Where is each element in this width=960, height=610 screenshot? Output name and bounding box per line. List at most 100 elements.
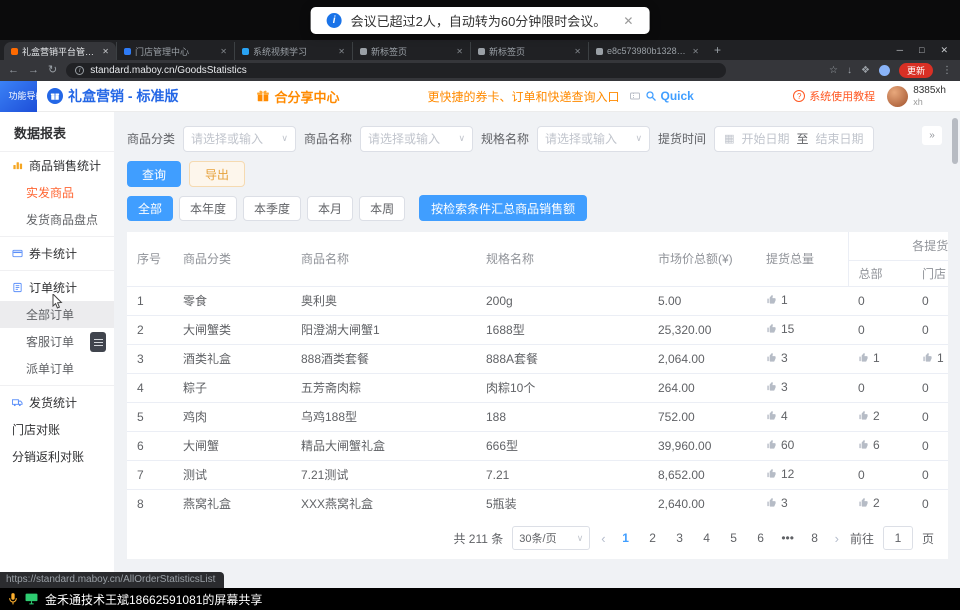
browser-update-button[interactable]: 更新 [899,63,933,78]
data-cell: XXX燕窝礼盒 [291,489,476,517]
quick-filter-chip[interactable]: 本周 [359,196,405,221]
filter-label: 商品名称 [304,130,352,147]
sidebar-item[interactable]: 分销返利对账 [0,443,114,470]
browser-tab[interactable]: e8c573980b1328a258fd2e6f✕ [588,42,706,60]
sidebar-item[interactable]: 商品销售统计 [0,152,114,179]
pickup-value: 0 [922,410,929,424]
sidebar-item[interactable]: 发货统计 [0,389,114,416]
export-button[interactable]: 导出 [189,161,245,187]
tab-close-icon[interactable]: ✕ [692,47,699,56]
page-number[interactable]: ••• [779,531,797,545]
column-header: 提货总量 [756,232,848,286]
order-icon [12,282,23,293]
browser-tab[interactable]: 系统视频学习✕ [234,42,352,60]
browser-tab[interactable]: 新标签页✕ [352,42,470,60]
next-page-button[interactable]: › [833,531,841,546]
filter-select[interactable]: 请选择或输入∨ [183,126,296,152]
sidebar-item-label: 发货商品盘点 [26,211,98,228]
quick-filter-chip[interactable]: 全部 [127,196,173,221]
date-range-picker[interactable]: ▦ 开始日期 至 结束日期 [714,126,873,152]
back-icon[interactable]: ← [8,65,19,76]
quick-search-link[interactable]: Quick [645,89,693,103]
browser-toolbar: ← → ↻ i standard.maboy.cn/GoodsStatistic… [0,60,960,81]
divider [0,270,114,271]
data-cell: 7.21 [476,460,648,489]
data-cell: 2,640.00 [648,489,756,517]
page-number[interactable]: 3 [671,531,689,545]
window-close-button[interactable]: ✕ [940,45,948,56]
data-cell: 264.00 [648,373,756,402]
pickup-hq-cell: 2 [848,489,912,517]
tab-close-icon[interactable]: ✕ [574,47,581,56]
page-number[interactable]: 6 [752,531,770,545]
browser-tab[interactable]: 礼盒营销平台管理中心✕ [4,42,116,60]
row-index-cell: 6 [127,431,173,460]
quick-filter-chip[interactable]: 本季度 [243,196,301,221]
tab-close-icon[interactable]: ✕ [102,47,109,56]
goto-page-input[interactable] [883,526,913,550]
query-button[interactable]: 查询 [127,161,181,187]
pickup-value: 0 [922,323,929,337]
page-number[interactable]: 8 [806,531,824,545]
user-menu[interactable]: 8385xh xh [887,85,946,107]
refresh-icon[interactable]: ↻ [48,65,57,76]
address-input[interactable]: i standard.maboy.cn/GoodsStatistics [66,63,726,78]
maximize-button[interactable]: □ [919,45,924,56]
extensions-icon[interactable]: ❖ [861,66,870,76]
sidebar-item[interactable]: 门店对账 [0,416,114,443]
data-cell: 肉粽10个 [476,373,648,402]
page-number[interactable]: 4 [698,531,716,545]
page-number[interactable]: 1 [617,531,635,545]
bookmark-star-icon[interactable]: ☆ [829,66,838,76]
summary-button[interactable]: 按检索条件汇总商品销售额 [419,195,587,221]
sidebar-item[interactable]: 券卡统计 [0,240,114,267]
toast-close-icon[interactable]: ✕ [623,14,633,28]
filter-label: 规格名称 [481,130,529,147]
page-number[interactable]: 5 [725,531,743,545]
pickup-value: 0 [922,294,929,308]
tutorial-link[interactable]: ? 系统使用教程 [793,88,875,104]
site-info-icon[interactable]: i [75,66,84,75]
vertical-scrollbar[interactable] [952,118,958,164]
page-number[interactable]: 2 [644,531,662,545]
data-cell: 5瓶装 [476,489,648,517]
sidebar-item[interactable]: 实发商品 [0,179,114,206]
avatar [887,86,908,107]
sidebar-item[interactable]: 派单订单 [0,355,114,382]
column-header: 市场价总额(¥) [648,232,756,286]
filter-select[interactable]: 请选择或输入∨ [537,126,650,152]
pickup-value: 1 [873,351,880,365]
sidebar-item[interactable]: 发货商品盘点 [0,206,114,233]
table-card: 序号商品分类商品名称规格名称市场价总额(¥)提货总量各提货渠道总部门店 1零食奥… [127,232,948,559]
forward-icon[interactable]: → [28,65,39,76]
quick-label: Quick [660,89,693,103]
tab-close-icon[interactable]: ✕ [456,47,463,56]
quick-filter-chip[interactable]: 本年度 [179,196,237,221]
function-nav-button[interactable]: 功能导航 [0,81,37,112]
sub-column-header: 总部 [848,260,912,286]
sidebar: 数据报表 商品销售统计实发商品发货商品盘点券卡统计订单统计全部订单客服订单派单订… [0,112,114,588]
column-header: 规格名称 [476,232,648,286]
filter-select[interactable]: 请选择或输入∨ [360,126,473,152]
tab-close-icon[interactable]: ✕ [338,47,345,56]
browser-profile-avatar[interactable] [879,65,890,76]
browser-tab[interactable]: 新标签页✕ [470,42,588,60]
pickup-value: 1 [937,351,944,365]
download-icon[interactable]: ↓ [847,66,852,76]
header-row: 序号商品分类商品名称规格名称市场价总额(¥)提货总量各提货渠道 [127,232,948,260]
page-size-select[interactable]: 30条/页 ∨ [512,526,590,550]
share-center-link[interactable]: 合分享中心 [256,87,339,106]
new-tab-button[interactable]: + [706,43,729,57]
quick-filter-chip[interactable]: 本月 [307,196,353,221]
tab-close-icon[interactable]: ✕ [220,47,227,56]
screen: i 会议已超过2人，自动转为60分钟限时会议。 ✕ 礼盒营销平台管理中心✕门店管… [0,0,960,610]
sidebar-handle[interactable] [90,332,106,352]
pickup-store-cell: 0 [912,489,948,517]
data-cell: 200g [476,286,648,315]
kebab-menu-icon[interactable]: ⋮ [942,66,952,76]
collapse-panel-button[interactable]: » [922,126,942,145]
data-cell: 188 [476,402,648,431]
minimize-button[interactable]: ─ [897,45,903,56]
browser-tab[interactable]: 门店管理中心✕ [116,42,234,60]
prev-page-button[interactable]: ‹ [599,531,607,546]
